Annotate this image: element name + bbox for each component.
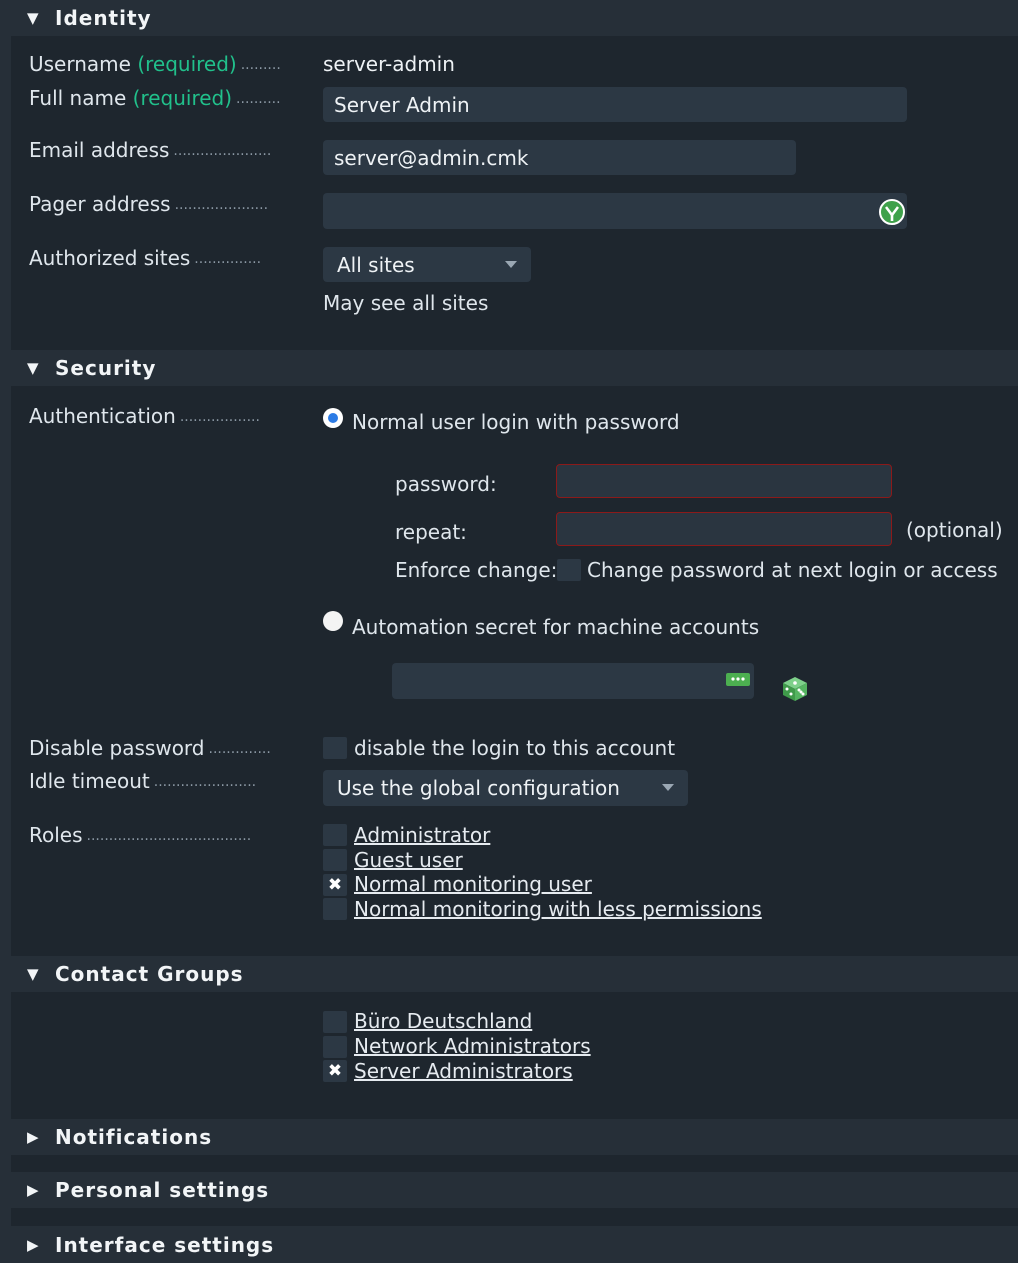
username-label: Username (required).........: [29, 52, 281, 76]
fullname-field[interactable]: Server Admin: [323, 87, 907, 122]
section-title: Security: [55, 356, 157, 380]
info-icon[interactable]: [878, 198, 906, 226]
section-title: Identity: [55, 6, 152, 30]
identity-body: Username (required)......... server-admi…: [11, 36, 1018, 333]
auth-label: Authentication..................: [29, 404, 260, 428]
security-body: Authentication.................. Normal …: [11, 386, 1018, 939]
option-secret-label: Automation secret for machine accounts: [352, 615, 760, 639]
dice-icon[interactable]: [781, 675, 809, 703]
role-link-less-permissions[interactable]: Normal monitoring with less permissions: [354, 897, 762, 921]
role-checkbox-normal-user[interactable]: ✖: [323, 874, 347, 896]
repeat-label: repeat:: [395, 520, 467, 544]
password-label: password:: [395, 472, 497, 496]
triangle-right-icon: ▶: [27, 1235, 40, 1254]
role-link-normal-user[interactable]: Normal monitoring user: [354, 872, 592, 896]
section-header-notifications[interactable]: ▶ Notifications: [11, 1119, 1018, 1155]
section-title: Notifications: [55, 1125, 213, 1149]
enforce-change-label: Enforce change:: [395, 558, 558, 582]
chevron-down-icon: [662, 784, 674, 791]
section-header-security[interactable]: ▼ Security: [11, 350, 1018, 386]
pager-field[interactable]: [323, 193, 907, 229]
username-value: server-admin: [323, 52, 455, 76]
triangle-right-icon: ▶: [27, 1128, 40, 1146]
triangle-right-icon: ▶: [27, 1181, 40, 1199]
section-header-interface-settings[interactable]: ▶ Interface settings: [11, 1226, 1018, 1263]
role-checkbox-administrator[interactable]: [323, 824, 347, 846]
role-checkbox-less-permissions[interactable]: [323, 898, 347, 920]
radio-password-login[interactable]: [323, 408, 343, 428]
role-checkbox-guest[interactable]: [323, 849, 347, 871]
option-password-label: Normal user login with password: [352, 410, 680, 434]
roles-label: Roles...................................…: [29, 823, 252, 847]
pager-label: Pager address.....................: [29, 192, 269, 216]
optional-hint: (optional): [906, 518, 1003, 542]
email-label: Email address......................: [29, 138, 272, 162]
section-title: Interface settings: [55, 1232, 275, 1257]
sites-hint: May see all sites: [323, 291, 489, 315]
contact-groups-body: Büro Deutschland Network Administrators …: [11, 992, 1018, 1102]
fullname-label: Full name (required)..........: [29, 86, 281, 110]
role-link-administrator[interactable]: Administrator: [354, 823, 490, 847]
email-field[interactable]: server@admin.cmk: [323, 140, 796, 175]
automation-secret-input[interactable]: [392, 663, 754, 699]
group-link-buero[interactable]: Büro Deutschland: [354, 1009, 532, 1033]
group-link-network[interactable]: Network Administrators: [354, 1034, 591, 1058]
enforce-change-checkbox[interactable]: [557, 559, 581, 581]
group-checkbox-network[interactable]: [323, 1036, 347, 1058]
left-edge-bar: [0, 0, 11, 1263]
section-header-identity[interactable]: ▼ Identity: [11, 0, 1018, 36]
radio-automation-secret[interactable]: [323, 611, 343, 631]
disable-login-text: disable the login to this account: [354, 736, 676, 760]
repeat-password-input[interactable]: [556, 512, 892, 546]
idle-timeout-select[interactable]: Use the global configuration: [323, 770, 688, 806]
authorized-sites-select[interactable]: All sites: [323, 247, 531, 282]
disable-password-label: Disable password..............: [29, 736, 271, 760]
triangle-down-icon: ▼: [27, 9, 40, 27]
password-input[interactable]: [556, 464, 892, 498]
triangle-down-icon: ▼: [27, 965, 40, 983]
password-dots-icon: [726, 673, 750, 686]
chevron-down-icon: [505, 261, 517, 268]
role-link-guest[interactable]: Guest user: [354, 848, 463, 872]
group-checkbox-server[interactable]: ✖: [323, 1060, 347, 1082]
section-title: Personal settings: [55, 1178, 270, 1202]
triangle-down-icon: ▼: [27, 359, 40, 377]
enforce-change-text: Change password at next login or access: [587, 558, 998, 582]
idle-timeout-label: Idle timeout.......................: [29, 769, 257, 793]
section-header-personal-settings[interactable]: ▶ Personal settings: [11, 1172, 1018, 1208]
section-header-contact-groups[interactable]: ▼ Contact Groups: [11, 956, 1018, 992]
disable-login-checkbox[interactable]: [323, 737, 347, 759]
group-checkbox-buero[interactable]: [323, 1011, 347, 1033]
group-link-server[interactable]: Server Administrators: [354, 1059, 573, 1083]
section-title: Contact Groups: [55, 962, 244, 986]
sites-label: Authorized sites...............: [29, 246, 262, 270]
